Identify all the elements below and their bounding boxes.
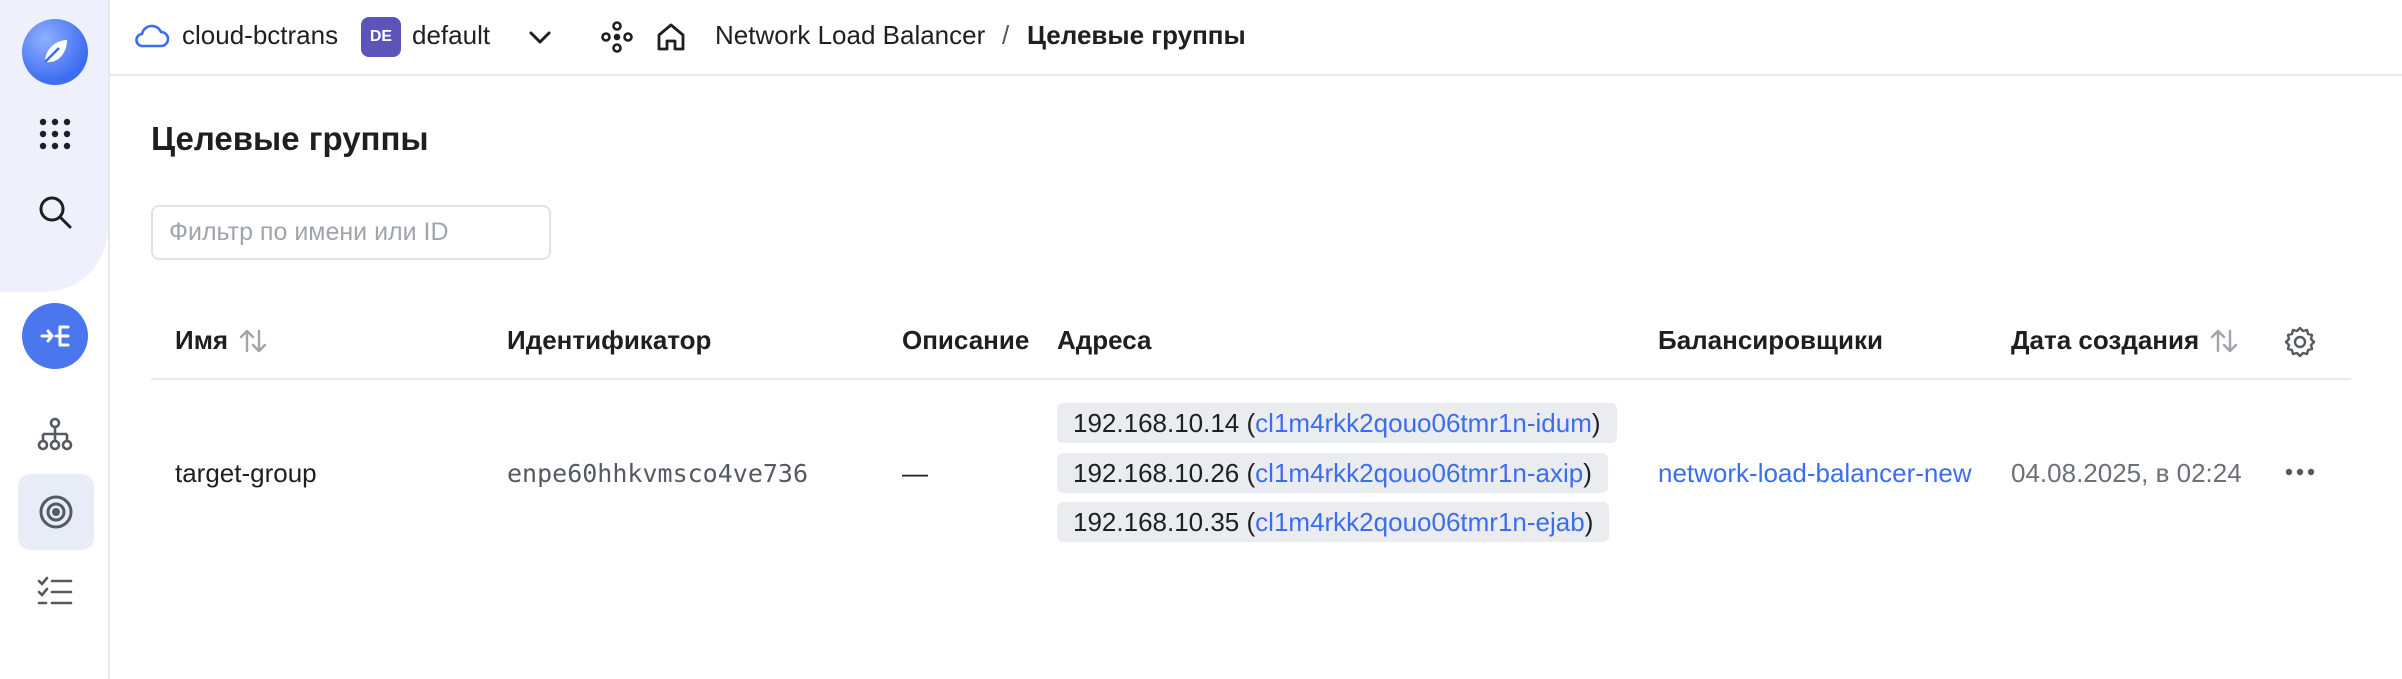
cloud-selector[interactable]: cloud-bctrans xyxy=(182,20,338,51)
left-rail xyxy=(0,0,110,679)
cell-description: — xyxy=(902,458,928,488)
sort-icon[interactable] xyxy=(238,328,268,354)
cell-created: 04.08.2025, в 02:24 xyxy=(2011,458,2242,488)
column-header-name[interactable]: Имя xyxy=(175,325,268,356)
chevron-down-icon[interactable] xyxy=(520,18,560,58)
cloud-icon xyxy=(134,18,174,54)
search-icon[interactable] xyxy=(29,186,81,238)
nodes-icon[interactable] xyxy=(596,16,638,58)
top-bar: cloud-bctrans DE default Network Load Ba… xyxy=(110,0,2402,76)
breadcrumb-separator: / xyxy=(1002,20,1010,50)
breadcrumb-current: Целевые группы xyxy=(1027,20,1246,50)
column-header-name-label: Имя xyxy=(175,325,229,355)
cell-balancer-link[interactable]: network-load-balancer-new xyxy=(1658,458,1972,489)
topology-icon[interactable] xyxy=(29,408,81,460)
breadcrumb-service[interactable]: Network Load Balancer xyxy=(715,20,985,51)
column-header-id: Идентификатор xyxy=(507,325,712,355)
settings-gear-icon[interactable] xyxy=(2280,322,2320,362)
column-header-created[interactable]: Дата создания xyxy=(2011,325,2239,356)
column-header-created-label: Дата создания xyxy=(2011,325,2200,355)
address-chip: 192.168.10.26 (cl1m4rkk2qouo06tmr1n-axip… xyxy=(1057,453,1608,493)
address-instance-link[interactable]: cl1m4rkk2qouo06tmr1n-idum xyxy=(1255,408,1592,438)
folder-badge[interactable]: DE xyxy=(361,17,401,57)
network-load-balancer-icon[interactable] xyxy=(22,303,88,369)
page-title: Целевые группы xyxy=(151,120,429,157)
cell-id: enpe60hhkvmsco4ve736 xyxy=(507,459,809,488)
address-chip: 192.168.10.35 (cl1m4rkk2qouo06tmr1n-ejab… xyxy=(1057,502,1610,542)
address-ip: 192.168.10.26 xyxy=(1073,458,1240,488)
filter-input[interactable] xyxy=(151,205,551,260)
address-chip: 192.168.10.14 (cl1m4rkk2qouo06tmr1n-idum… xyxy=(1057,403,1617,443)
checklist-icon[interactable] xyxy=(29,566,81,618)
folder-selector[interactable]: default xyxy=(412,20,490,51)
cell-name[interactable]: target-group xyxy=(175,458,317,489)
column-header-addresses: Адреса xyxy=(1057,325,1152,355)
apps-grid-icon[interactable] xyxy=(29,108,81,160)
column-header-balancers: Балансировщики xyxy=(1658,325,1883,355)
home-icon[interactable] xyxy=(650,16,692,58)
more-dots-icon[interactable] xyxy=(2278,452,2322,492)
target-groups-icon[interactable] xyxy=(18,474,94,550)
column-header-description: Описание xyxy=(902,325,1030,355)
sort-icon[interactable] xyxy=(2209,328,2239,354)
address-ip: 192.168.10.14 xyxy=(1073,408,1240,438)
logo-icon[interactable] xyxy=(22,19,88,85)
address-instance-link[interactable]: cl1m4rkk2qouo06tmr1n-axip xyxy=(1255,458,1583,488)
address-instance-link[interactable]: cl1m4rkk2qouo06tmr1n-ejab xyxy=(1255,507,1585,537)
table-header-divider xyxy=(151,378,2351,380)
address-ip: 192.168.10.35 xyxy=(1073,507,1240,537)
